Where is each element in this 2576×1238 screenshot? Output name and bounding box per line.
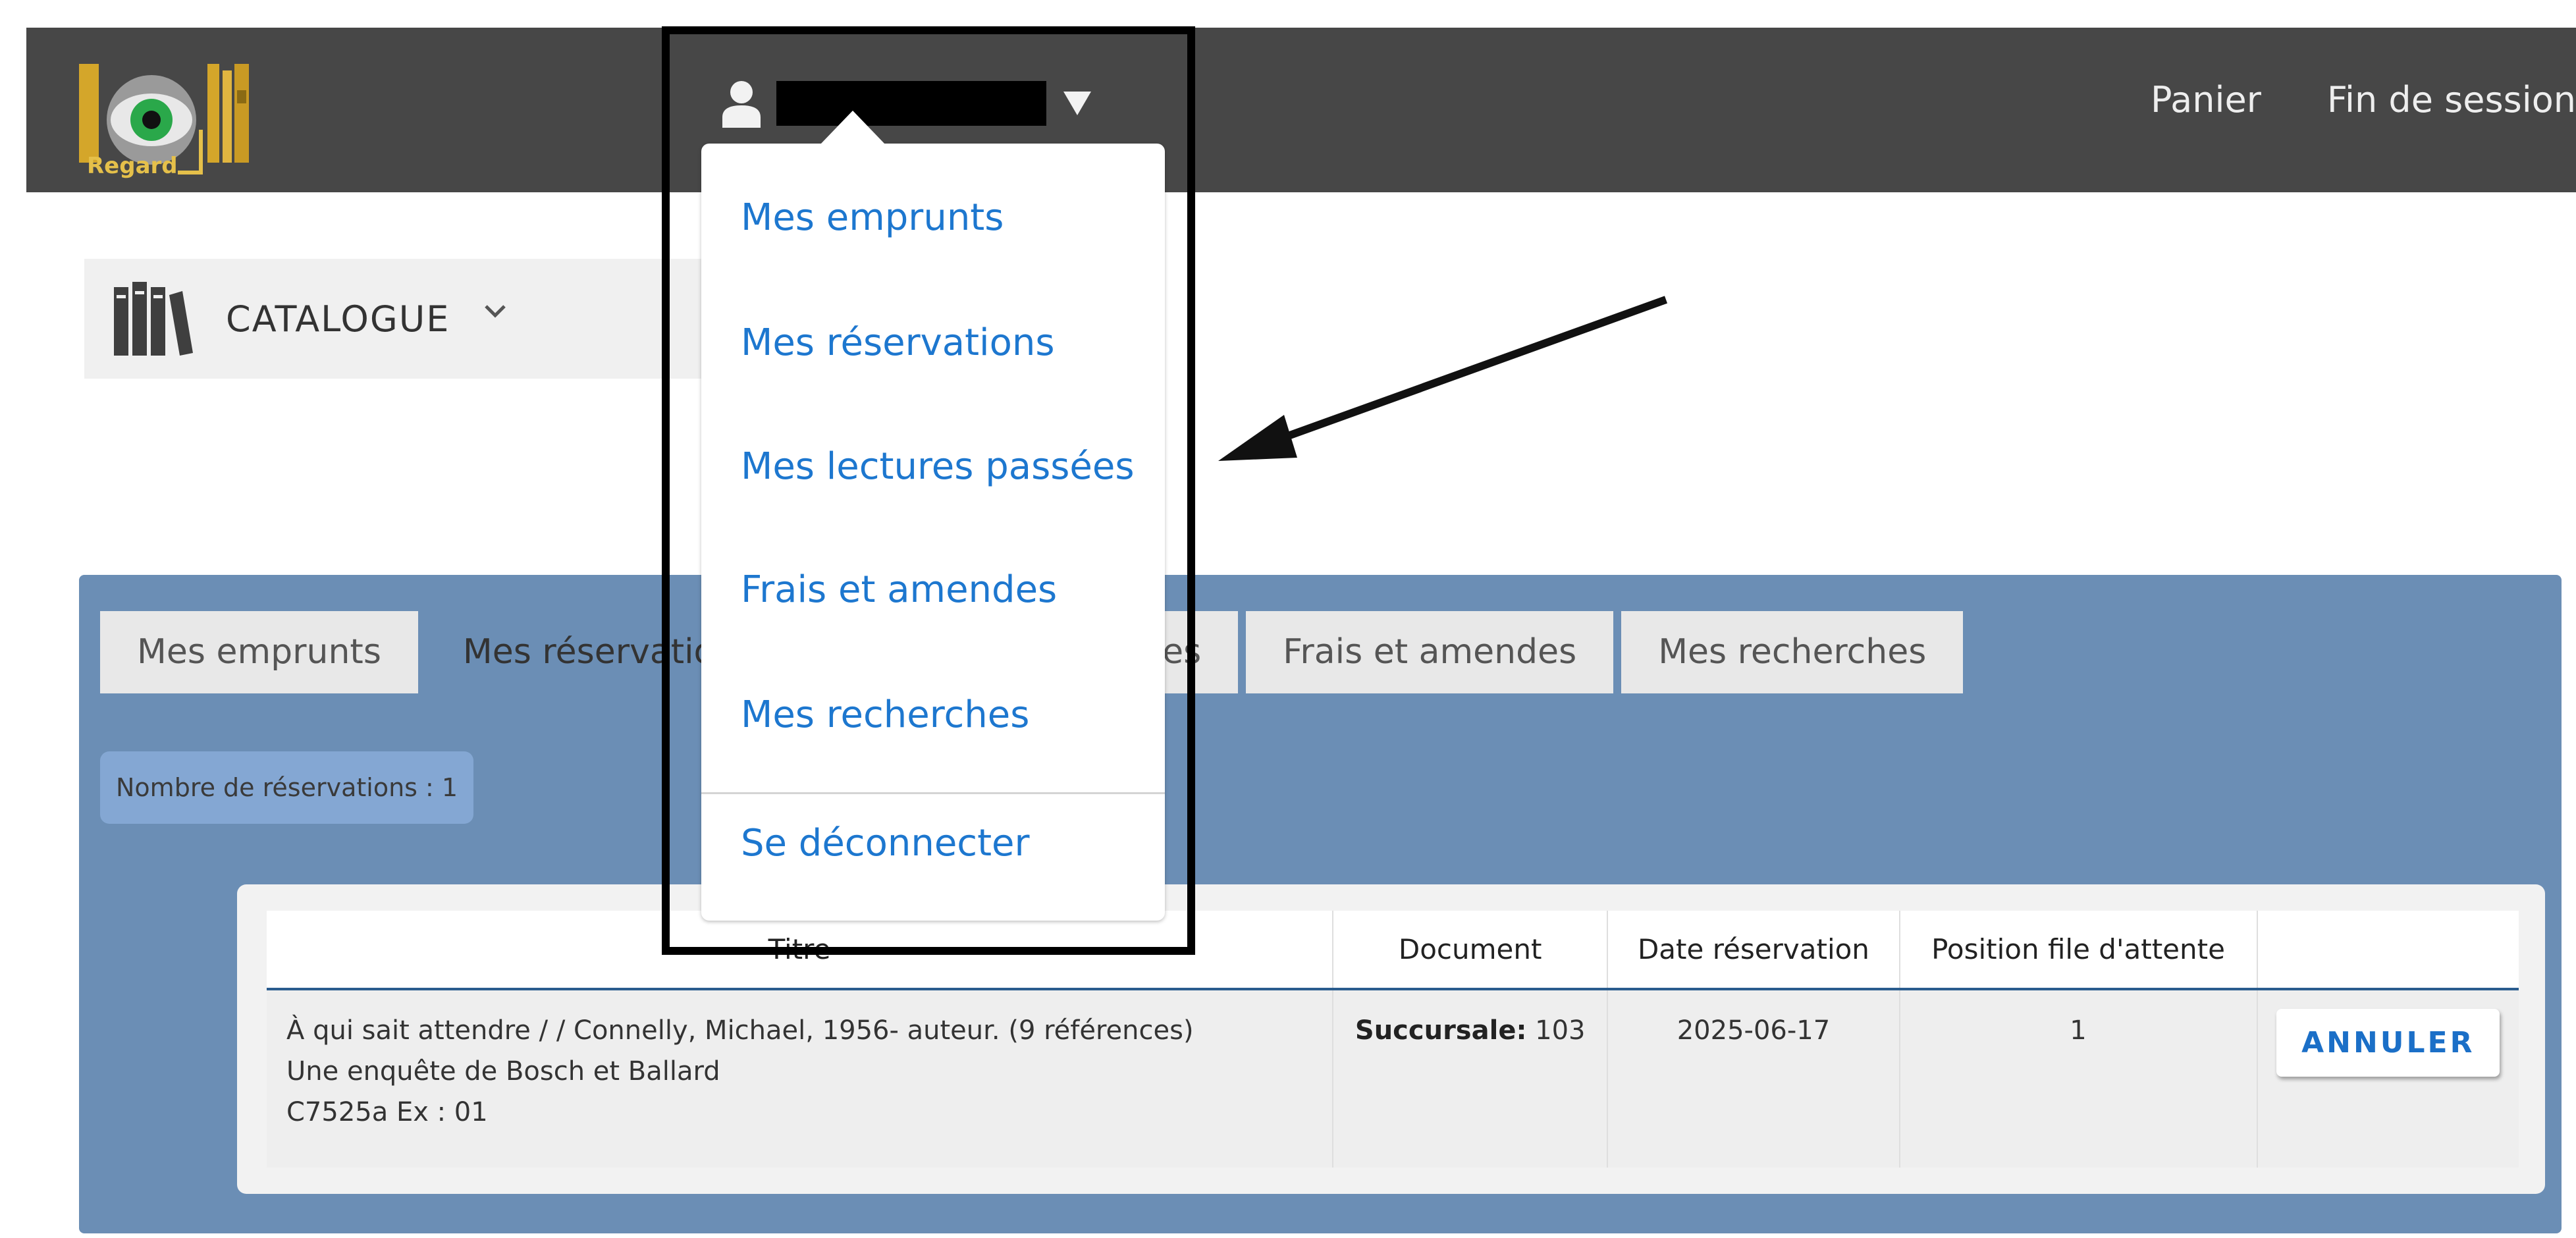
logo-text: Regard	[87, 153, 178, 179]
user-menu-trigger[interactable]	[721, 77, 1091, 130]
annotation-arrow	[1218, 296, 1668, 461]
column-header-date[interactable]: Date réservation	[1607, 911, 1900, 990]
caret-down-icon	[1063, 92, 1091, 115]
series-line: Une enquête de Bosch et Ballard	[286, 1056, 720, 1087]
menu-item-frais-et-amendes[interactable]: Frais et amendes	[741, 568, 1057, 611]
title-line[interactable]: À qui sait attendre / / Connelly, Michae…	[286, 1010, 1331, 1051]
fin-de-session-link[interactable]: Fin de session	[2327, 79, 2576, 121]
annuler-button[interactable]: ANNULER	[2276, 1009, 2500, 1077]
catalogue-label: CATALOGUE	[226, 298, 450, 340]
user-name-redacted	[776, 81, 1046, 126]
document-value: 103	[1526, 1015, 1586, 1046]
menu-item-mes-reservations[interactable]: Mes réservations	[741, 321, 1055, 364]
catalogue-menu[interactable]: CATALOGUE	[84, 259, 710, 379]
cell-date: 2025-06-17	[1607, 989, 1900, 1168]
column-header-titre[interactable]: Titre	[267, 911, 1333, 990]
dropdown-notch	[820, 111, 886, 145]
books-icon	[114, 282, 193, 356]
user-dropdown-menu: Mes emprunts Mes réservations Mes lectur…	[701, 111, 1165, 921]
user-icon	[722, 81, 761, 128]
tab-mes-emprunts[interactable]: Mes emprunts	[100, 611, 418, 693]
reservations-table-card: Titre Document Date réservation Position…	[237, 884, 2545, 1194]
reservations-table: Titre Document Date réservation Position…	[267, 911, 2519, 1168]
menu-item-mes-emprunts[interactable]: Mes emprunts	[741, 196, 1004, 239]
table-row: À qui sait attendre / / Connelly, Michae…	[267, 989, 2519, 1168]
column-header-position[interactable]: Position file d'attente	[1898, 911, 2257, 990]
top-header: Regard Panier Fin de session	[26, 28, 2576, 192]
cell-position: 1	[1898, 989, 2257, 1168]
menu-item-mes-lectures-passees[interactable]: Mes lectures passées	[741, 445, 1135, 488]
tab-mes-recherches[interactable]: Mes recherches	[1621, 611, 1964, 693]
menu-divider	[701, 792, 1165, 794]
call-number-line: C7525a Ex : 01	[286, 1097, 488, 1127]
cell-action: ANNULER	[2256, 989, 2519, 1168]
chevron-down-icon	[485, 305, 506, 318]
page-edge	[0, 0, 26, 1238]
tab-frais-et-amendes[interactable]: Frais et amendes	[1246, 611, 1614, 693]
menu-item-logout[interactable]: Se déconnecter	[741, 822, 1030, 865]
reservations-count-badge: Nombre de réservations : 1	[100, 751, 474, 824]
column-header-document[interactable]: Document	[1331, 911, 1608, 990]
header-links: Panier Fin de session	[2085, 79, 2576, 121]
document-label: Succursale:	[1355, 1015, 1527, 1046]
cell-document: Succursale: 103	[1331, 989, 1608, 1168]
cell-title: À qui sait attendre / / Connelly, Michae…	[267, 989, 1333, 1168]
panier-link[interactable]: Panier	[2151, 79, 2261, 121]
column-header-actions	[2256, 911, 2519, 990]
regard-logo[interactable]: Regard	[72, 64, 254, 188]
account-panel: Mes emprunts Mes réservations Mes lectur…	[79, 575, 2562, 1233]
menu-item-mes-recherches[interactable]: Mes recherches	[741, 693, 1029, 736]
table-header-row: Titre Document Date réservation Position…	[267, 911, 2519, 990]
